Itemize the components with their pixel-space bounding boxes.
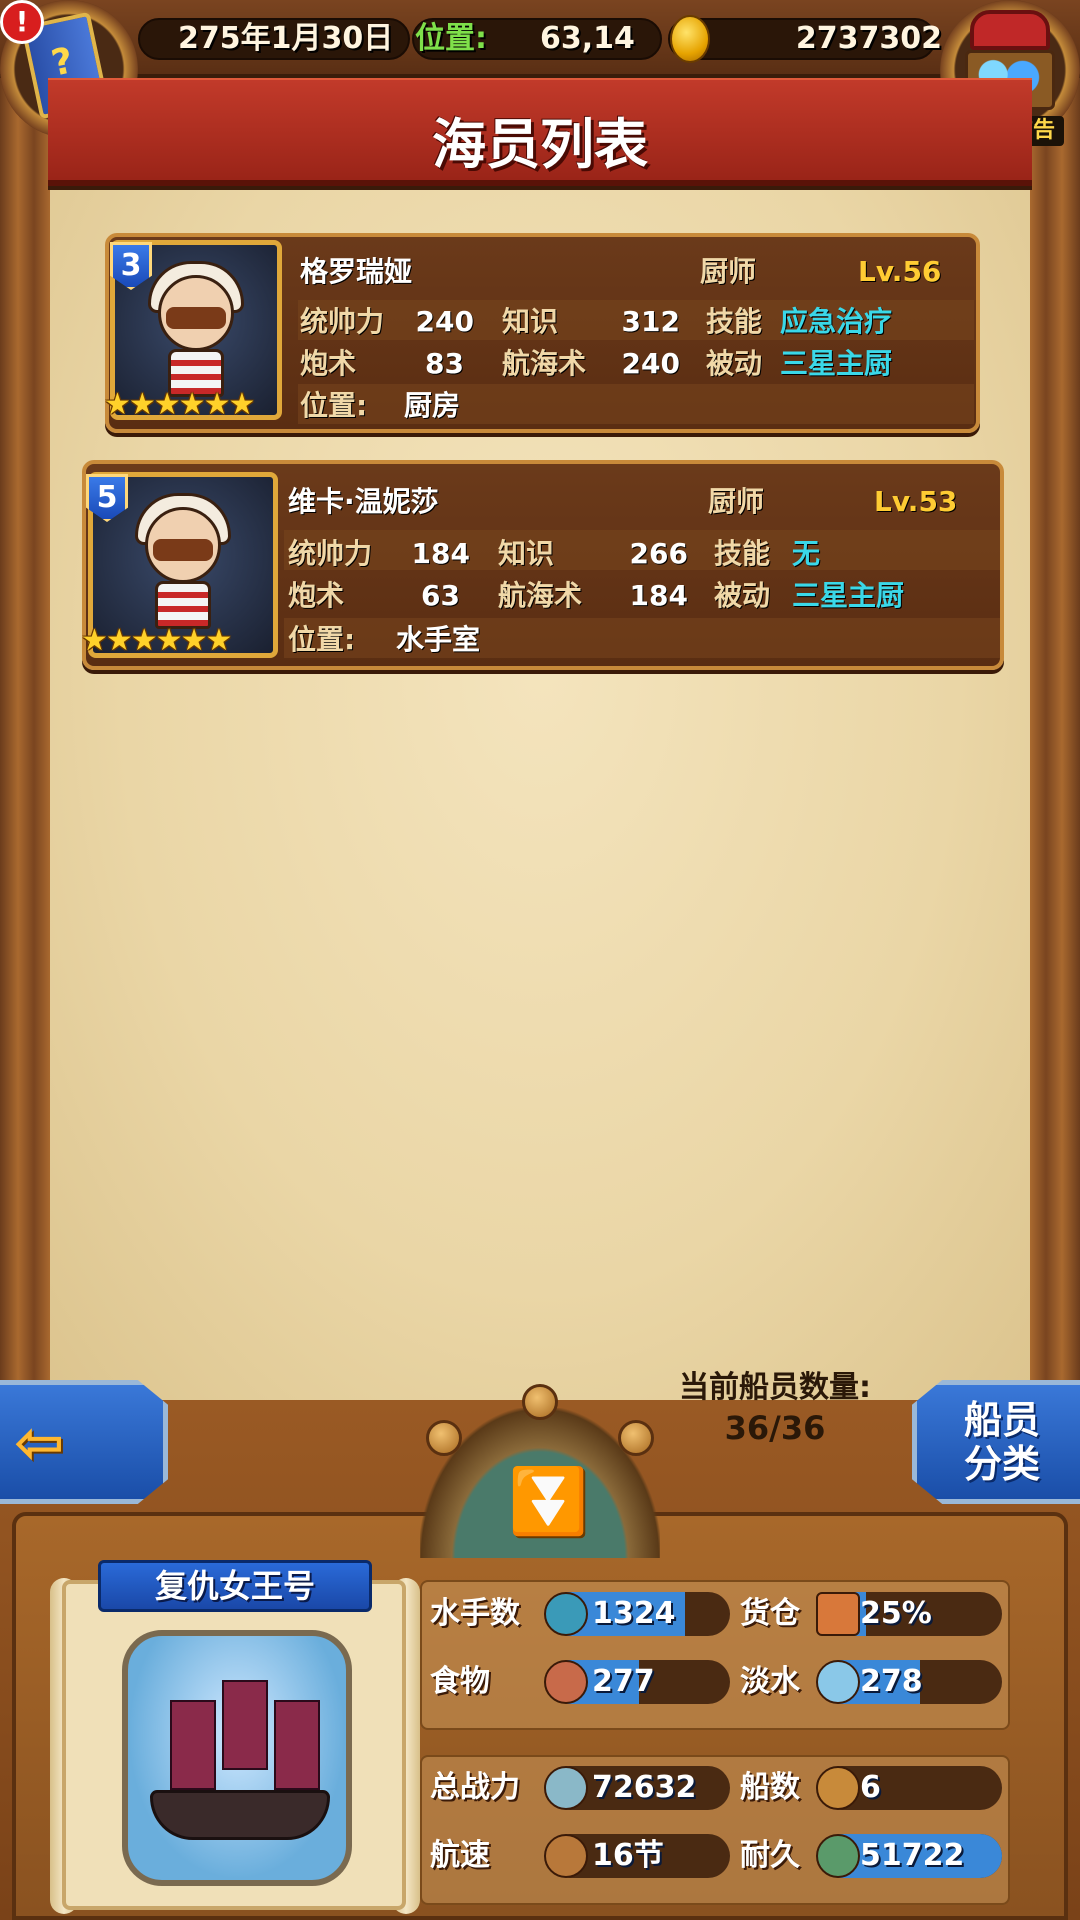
gunnery-label: 炮术	[288, 579, 345, 612]
alert-badge: !	[0, 0, 44, 44]
wheel-knob	[426, 1420, 462, 1456]
crew-count-label: 当前船员数量:	[679, 1370, 871, 1405]
crew-body	[155, 581, 211, 629]
power-label: 总战力	[430, 1770, 520, 1805]
crew-count-value: 36/36	[724, 1409, 826, 1447]
sail-ship-icon	[816, 1766, 860, 1810]
power-value: 72632	[592, 1770, 697, 1805]
gold-coin-icon	[670, 15, 710, 63]
ships-label: 船数	[740, 1770, 800, 1805]
crew-hair	[166, 307, 226, 329]
row-stripe	[284, 618, 1000, 658]
star-rating: ★★★★★★	[104, 387, 255, 422]
location-label: 位置:	[300, 389, 368, 422]
ship-sail	[222, 1680, 268, 1770]
game-date: 275年1月30日	[178, 21, 394, 56]
crew-name: 维卡·温妮莎	[288, 485, 439, 518]
collapse-panel-button[interactable]: ⏬	[508, 1470, 588, 1540]
crew-job: 厨师	[700, 255, 757, 288]
speed-label: 航速	[430, 1838, 490, 1873]
passive-label: 被动	[706, 347, 763, 380]
durability-label: 耐久	[740, 1838, 800, 1873]
leadership-label: 统帅力	[300, 305, 385, 338]
cargo-label: 货仓	[740, 1596, 800, 1631]
navigation-value: 240	[621, 347, 680, 380]
sailors-value: 1324	[592, 1596, 676, 1631]
knowledge-value: 266	[629, 537, 688, 570]
passive-label: 被动	[714, 579, 771, 612]
crew-level: Lv.56	[858, 255, 942, 288]
ship-wheel-icon	[816, 1834, 860, 1878]
gunnery-value: 83	[425, 347, 464, 380]
durability-value: 51722	[860, 1838, 965, 1873]
location-value: 厨房	[404, 389, 461, 422]
food-value: 277	[592, 1664, 655, 1699]
water-label: 淡水	[740, 1664, 800, 1699]
boat-icon	[544, 1834, 588, 1878]
leadership-label: 统帅力	[288, 537, 373, 570]
location-value: 水手室	[396, 623, 481, 656]
water-value: 278	[860, 1664, 923, 1699]
crew-job: 厨师	[708, 485, 765, 518]
position-value: 63,14	[540, 21, 635, 56]
gunnery-label: 炮术	[300, 347, 357, 380]
cargo-value: 25%	[860, 1596, 932, 1631]
navigation-label: 航海术	[502, 347, 587, 380]
skill-label: 技能	[706, 305, 763, 338]
gold-amount: 2737302	[795, 21, 942, 56]
row-stripe	[298, 384, 974, 424]
knowledge-label: 知识	[502, 305, 559, 338]
skill-label: 技能	[714, 537, 771, 570]
page-title: 海员列表	[432, 113, 648, 176]
ships-value: 6	[860, 1770, 881, 1805]
sailor-icon	[544, 1592, 588, 1636]
knowledge-value: 312	[621, 305, 680, 338]
gunnery-value: 63	[421, 579, 460, 612]
treasure-chest-icon	[970, 10, 1050, 50]
sailors-label: 水手数	[430, 1596, 520, 1631]
speed-value: 16节	[592, 1838, 664, 1873]
leadership-value: 184	[411, 537, 470, 570]
back-arrow-icon: ⇦	[14, 1408, 65, 1478]
skill-value: 无	[792, 537, 821, 570]
crew-level: Lv.53	[874, 485, 958, 518]
navigation-value: 184	[629, 579, 688, 612]
passive-value: 三星主厨	[780, 347, 893, 380]
star-rating: ★★★★★★	[81, 623, 232, 658]
wheel-knob	[522, 1384, 558, 1420]
crew-category-label: 船员 分类	[963, 1398, 1040, 1486]
leadership-value: 240	[415, 305, 474, 338]
knowledge-label: 知识	[498, 537, 555, 570]
crossed-swords-skull-icon	[544, 1766, 588, 1810]
crate-icon	[816, 1592, 860, 1636]
wheel-knob	[618, 1420, 654, 1456]
food-label: 食物	[430, 1664, 490, 1699]
passive-value: 三星主厨	[792, 579, 905, 612]
skill-value: 应急治疗	[780, 305, 893, 338]
location-label: 位置:	[288, 623, 356, 656]
crew-hair	[153, 539, 213, 561]
position-label: 位置:	[415, 21, 487, 56]
crew-name: 格罗瑞娅	[300, 255, 413, 288]
navigation-label: 航海术	[498, 579, 583, 612]
ship-hull-icon	[150, 1790, 330, 1840]
ship-sail	[274, 1700, 320, 1790]
ship-sail	[170, 1700, 216, 1790]
water-jug-icon	[816, 1660, 860, 1704]
ship-name: 复仇女王号	[154, 1567, 315, 1605]
meat-icon	[544, 1660, 588, 1704]
